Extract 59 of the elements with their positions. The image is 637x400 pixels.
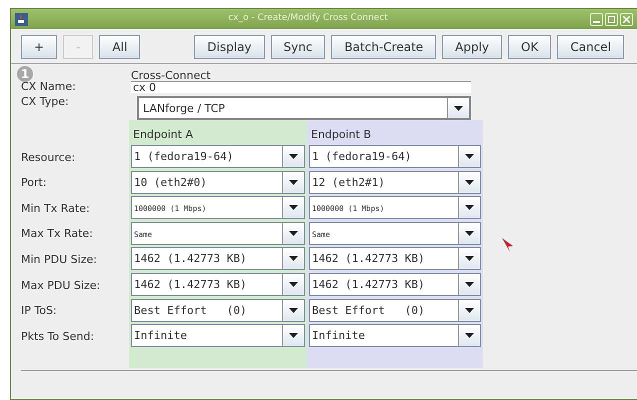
toolbar-button[interactable]: Sync (270, 35, 326, 59)
value-dropdown[interactable]: 1462 (1.42773 KB) (131, 247, 305, 270)
field-label: CX Name: (21, 81, 77, 92)
endpoint-header: Endpoint A (132, 126, 194, 142)
value-dropdown[interactable]: Infinite (131, 324, 305, 348)
field-label: Pkts To Send: (21, 328, 96, 345)
toolbar-button[interactable]: Apply (442, 35, 502, 59)
field-label: IP ToS: (21, 303, 58, 320)
dropdown-arrow-icon (289, 205, 298, 210)
dropdown-arrow-icon (465, 180, 474, 185)
value-dropdown[interactable]: 1462 (1.42773 KB) (309, 272, 481, 296)
endpoint-header: Endpoint B (310, 126, 372, 142)
value-dropdown[interactable]: Best Effort (0) (309, 298, 481, 322)
dropdown-arrow-icon (289, 180, 298, 185)
dropdown-arrow-icon (465, 154, 474, 159)
dropdown-arrow-icon (289, 308, 298, 313)
dropdown-arrow-icon (465, 308, 474, 313)
field-label: Min Tx Rate: (21, 200, 91, 217)
field-label: Min PDU Size: (21, 252, 98, 268)
toolbar-button[interactable]: + (21, 35, 58, 59)
dropdown-arrow-icon (465, 333, 474, 338)
value-dropdown[interactable]: 1 (fedora19-64) (131, 145, 305, 168)
field-label: Resource: (21, 150, 76, 166)
toolbar-button[interactable]: Batch-Create (331, 35, 436, 59)
toolbar-button[interactable]: Display (194, 35, 265, 59)
field-label: CX Type: (21, 96, 70, 107)
dropdown-arrow-icon (465, 282, 474, 287)
dropdown-arrow-icon (289, 230, 298, 236)
dropdown-arrow-icon (289, 282, 298, 287)
step-number-badge: 1 (17, 66, 33, 82)
dropdown-arrow-icon (289, 154, 298, 159)
close-button[interactable] (620, 12, 633, 26)
toolbar-button[interactable]: Cancel (557, 35, 624, 59)
dropdown-arrow-icon (454, 106, 463, 110)
value-dropdown[interactable]: 1 (fedora19-64) (309, 145, 481, 168)
field-label: Max PDU Size: (21, 278, 102, 294)
cx-type-dropdown[interactable]: LANforge / TCP (137, 96, 471, 120)
field-label: Port: (21, 175, 48, 192)
dropdown-arrow-icon (465, 256, 474, 262)
value-dropdown[interactable]: 10 (eth2#0) (131, 170, 305, 194)
value-dropdown[interactable]: 12 (eth2#1) (309, 170, 481, 194)
dropdown-arrow-icon (465, 205, 474, 210)
dropdown-arrow-icon (465, 230, 474, 236)
value-dropdown[interactable]: Infinite (309, 324, 481, 348)
field-label: Max Tx Rate: (21, 226, 94, 242)
window-title: cx_o - Create/Modify Cross Connect (227, 12, 389, 26)
value-dropdown[interactable]: 1462 (1.42773 KB) (131, 272, 305, 296)
value-dropdown[interactable]: 1462 (1.42773 KB) (309, 247, 481, 270)
maximize-icon (608, 16, 615, 22)
value-dropdown[interactable]: Best Effort (0) (131, 298, 305, 322)
toolbar-button[interactable]: OK (508, 35, 552, 59)
toolbar-button[interactable]: All (99, 35, 140, 59)
maximize-button[interactable] (605, 12, 618, 26)
close-icon (623, 16, 630, 22)
cx-name-field[interactable]: cx 0 (131, 81, 471, 93)
dropdown-arrow-icon (289, 256, 298, 262)
section-title: Cross-Connect (131, 70, 212, 81)
dropdown-arrow-icon (289, 333, 298, 338)
minimize-button[interactable] (590, 12, 603, 26)
